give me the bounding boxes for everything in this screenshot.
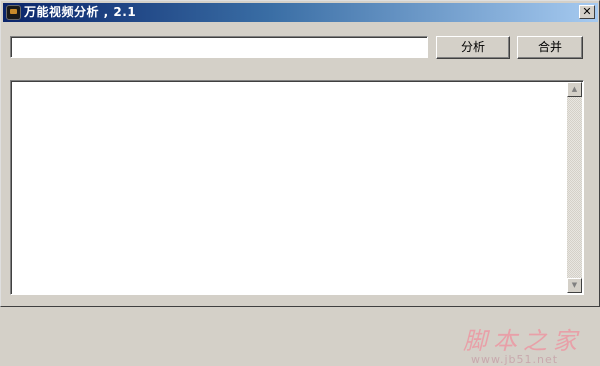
watermark-url: www.jb51.net [471, 353, 559, 366]
app-icon[interactable] [6, 5, 21, 20]
output-textarea[interactable]: ▲ ▼ 脚本之家 www.jb51.net [10, 80, 584, 366]
scroll-up-icon[interactable]: ▲ [567, 82, 582, 97]
title-bar[interactable]: 万能视频分析 , 2.1 ✕ [3, 3, 598, 22]
vertical-scrollbar[interactable]: ▲ ▼ [567, 82, 582, 293]
close-button[interactable]: ✕ [579, 5, 595, 19]
watermark: 脚本之家 www.jb51.net [463, 328, 585, 366]
window-title: 万能视频分析 , 2.1 [24, 5, 137, 19]
output-text [13, 83, 565, 292]
watermark-brand: 脚本之家 [463, 327, 583, 355]
scroll-down-icon[interactable]: ▼ [567, 278, 582, 293]
merge-button[interactable]: 合并 [517, 36, 583, 59]
analyze-button[interactable]: 分析 [436, 36, 510, 59]
app-window: 万能视频分析 , 2.1 ✕ 分析 合并 ▲ ▼ 脚本之家 www.jb51.n… [0, 0, 600, 366]
url-input[interactable] [10, 36, 428, 58]
